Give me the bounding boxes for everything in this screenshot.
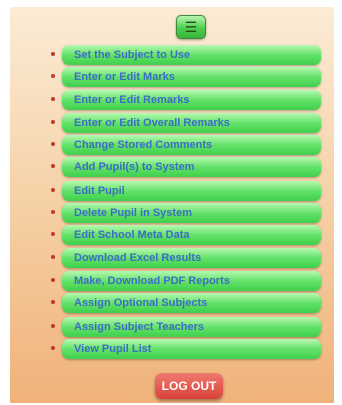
bullet-icon	[51, 188, 55, 192]
menu-item-label: Enter or Edit Overall Remarks	[74, 117, 230, 129]
menu-item-view-pupil-list[interactable]: View Pupil List	[62, 339, 321, 359]
menu-item-label: Edit Pupil	[74, 185, 125, 197]
menu-item-label: Add Pupil(s) to System	[74, 161, 195, 173]
menu-item-label: View Pupil List	[74, 343, 152, 355]
bullet-icon	[51, 120, 55, 124]
menu-item-optional-subjects[interactable]: Assign Optional Subjects	[62, 293, 321, 313]
menu-item-add-pupils[interactable]: Add Pupil(s) to System	[62, 157, 321, 177]
bullet-icon	[51, 74, 55, 78]
menu-item-label: Delete Pupil in System	[74, 207, 192, 219]
menu-item-subject-teachers[interactable]: Assign Subject Teachers	[62, 317, 321, 337]
bullet-icon	[51, 346, 55, 350]
menu-item-edit-marks[interactable]: Enter or Edit Marks	[62, 67, 321, 87]
bullet-icon	[51, 142, 55, 146]
menu-item-edit-remarks[interactable]: Enter or Edit Remarks	[62, 90, 321, 110]
bullet-icon	[51, 97, 55, 101]
menu-item-set-subject[interactable]: Set the Subject to Use	[62, 45, 321, 65]
bullet-icon	[51, 232, 55, 236]
menu-item-pdf-reports[interactable]: Make, Download PDF Reports	[62, 271, 321, 291]
bullet-icon	[51, 164, 55, 168]
menu-panel: ☰ Set the Subject to Use Enter or Edit M…	[10, 7, 334, 403]
bullet-icon	[51, 278, 55, 282]
menu-item-change-comments[interactable]: Change Stored Comments	[62, 135, 321, 155]
bullet-icon	[51, 255, 55, 259]
logout-button[interactable]: LOG OUT	[155, 373, 223, 399]
menu-toggle-button[interactable]: ☰	[176, 15, 206, 39]
menu-item-label: Set the Subject to Use	[74, 49, 191, 61]
menu-item-download-excel[interactable]: Download Excel Results	[62, 248, 321, 268]
menu-item-label: Enter or Edit Remarks	[74, 94, 190, 106]
menu-item-label: Assign Optional Subjects	[74, 297, 208, 309]
menu-item-edit-overall-remarks[interactable]: Enter or Edit Overall Remarks	[62, 113, 321, 133]
menu-item-edit-school-meta[interactable]: Edit School Meta Data	[62, 225, 321, 245]
menu-item-label: Download Excel Results	[74, 252, 202, 264]
hamburger-icon: ☰	[184, 19, 198, 35]
menu-item-label: Edit School Meta Data	[74, 229, 190, 241]
bullet-icon	[51, 52, 55, 56]
menu-item-label: Enter or Edit Marks	[74, 71, 175, 83]
bullet-icon	[51, 210, 55, 214]
logout-label: LOG OUT	[161, 379, 217, 393]
menu-item-label: Make, Download PDF Reports	[74, 275, 230, 287]
menu-item-label: Change Stored Comments	[74, 139, 213, 151]
menu-item-edit-pupil[interactable]: Edit Pupil	[62, 181, 321, 201]
menu-item-label: Assign Subject Teachers	[74, 321, 205, 333]
menu-item-delete-pupil[interactable]: Delete Pupil in System	[62, 203, 321, 223]
bullet-icon	[51, 300, 55, 304]
bullet-icon	[51, 324, 55, 328]
